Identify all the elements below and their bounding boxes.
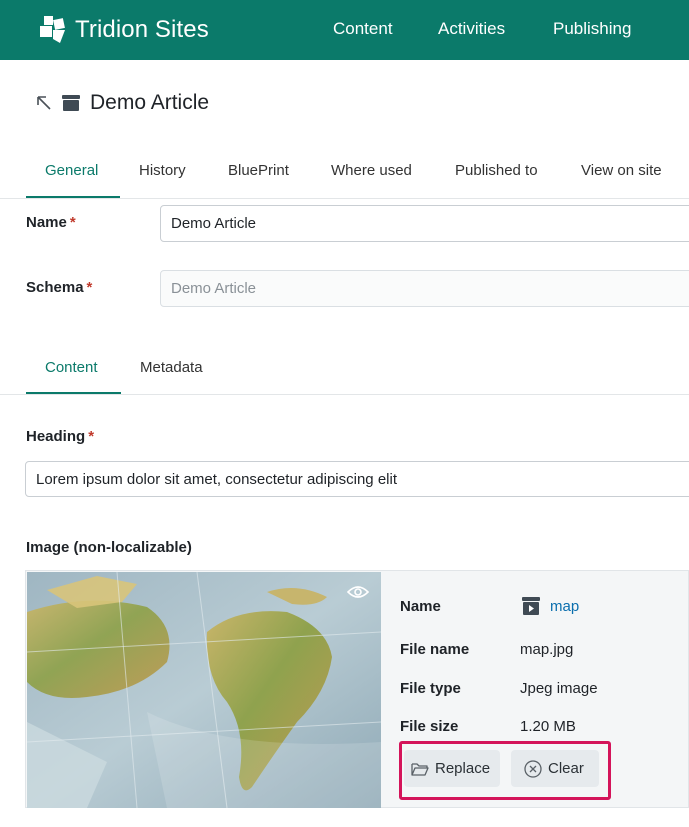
folder-open-icon [411,762,429,776]
schema-label: Schema * [26,279,93,296]
image-label: Image (non-localizable) [26,539,192,556]
meta-file-type-label: File type [400,680,461,697]
replace-button[interactable]: Replace [404,750,500,787]
app-name: Tridion Sites [75,16,209,43]
tab-view-on-site[interactable]: View on site [581,162,662,179]
meta-file-size-value: 1.20 MB [520,718,576,735]
schema-select[interactable] [160,270,689,307]
tab-general[interactable]: General [45,162,98,179]
item-header: Demo Article [35,89,209,117]
meta-file-type-value: Jpeg image [520,680,598,697]
meta-file-size-label: File size [400,718,459,735]
replace-label: Replace [435,760,491,777]
meta-file-name-value: map.jpg [520,641,574,658]
page-title: Demo Article [90,91,210,114]
subtabs-divider [0,394,689,395]
nav-activities[interactable]: Activities [438,19,505,39]
brand[interactable]: Tridion Sites [38,14,209,46]
meta-file-name-label: File name [400,641,470,658]
tab-published-to[interactable]: Published to [455,162,538,179]
top-bar: Tridion Sites Content Activities Publish… [0,0,689,60]
image-thumbnail[interactable] [27,572,381,808]
clear-button[interactable]: Clear [511,750,599,787]
nav-content[interactable]: Content [333,19,393,39]
subtab-metadata[interactable]: Metadata [140,359,203,376]
meta-name-link[interactable]: map [550,598,579,615]
nav-publishing[interactable]: Publishing [553,19,631,39]
clear-label: Clear [548,760,584,777]
tab-blueprint[interactable]: BluePrint [228,162,289,179]
component-icon [62,95,80,111]
tab-where-used[interactable]: Where used [331,162,412,179]
navigate-up-icon[interactable] [35,94,53,112]
tabs-divider [0,198,689,199]
name-label: Name * [26,214,76,231]
name-input[interactable] [160,205,689,242]
clear-circle-icon [524,759,542,778]
multimedia-icon [522,597,540,615]
heading-label: Heading * [26,428,95,445]
meta-name-label: Name [400,598,441,615]
tab-history[interactable]: History [139,162,186,179]
preview-eye-icon[interactable] [347,584,369,600]
tridion-logo-icon [40,16,65,43]
subtab-content[interactable]: Content [45,359,98,376]
heading-input[interactable] [25,461,689,497]
